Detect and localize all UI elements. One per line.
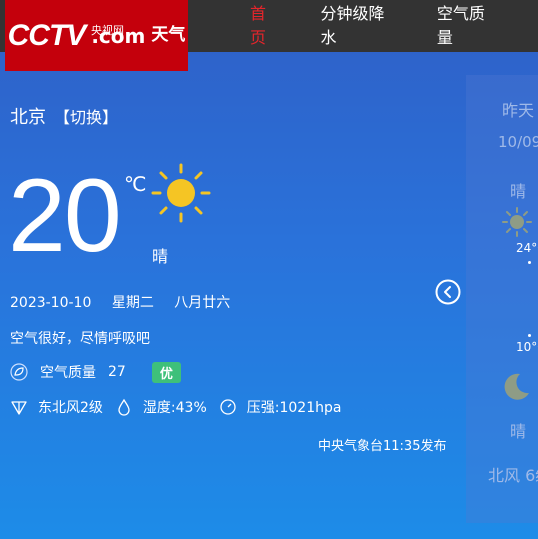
logo-cctv-cn-text: 央视网: [91, 24, 124, 37]
yesterday-low-temp: 10°C: [516, 340, 538, 354]
logo-weather-text: 天气: [151, 25, 186, 45]
aqi-level-badge: 优: [151, 361, 181, 383]
top-navigation-bar: CCTV .com 天气 央视网 首页 分钟级降水 空气质量: [0, 0, 538, 71]
publish-info: 中央气象台11:35发布: [318, 439, 447, 454]
date-text: 2023-10-10: [10, 295, 92, 311]
aqi-label: 空气质量: [40, 365, 96, 381]
moon-icon: [504, 373, 529, 400]
yesterday-day-condition: 晴: [510, 182, 527, 201]
temperature-unit: ℃: [124, 172, 147, 196]
weather-details-row: 东北风2级 湿度:43% 压强:1021hpa: [10, 397, 353, 417]
aqi-value: 27: [108, 364, 126, 380]
city-switch-link[interactable]: 【切换】: [54, 104, 118, 128]
sun-icon: [502, 207, 532, 237]
city-selector: 北京 【切换】: [10, 103, 118, 129]
sun-icon: [151, 163, 211, 223]
pressure-gauge-icon: [220, 399, 236, 415]
weekday-text: 星期二: [111, 295, 154, 311]
yesterday-wind: 北风 6级: [488, 466, 538, 485]
yesterday-forecast-card[interactable]: 昨天 10/09 晴 24°C 10°C 晴 北风 6级: [466, 75, 538, 523]
air-tip: 空气很好，尽情呼吸吧: [10, 331, 150, 347]
humidity-icon: [118, 398, 130, 416]
yesterday-high-temp: 24°C: [516, 241, 538, 255]
main-nav: 首页 分钟级降水 空气质量: [250, 0, 538, 48]
air-quality-row: 空气质量 27 优: [10, 361, 181, 383]
leaf-icon: [10, 363, 28, 381]
date-row: 2023-10-10 星期二 八月廿六: [10, 292, 246, 312]
pressure-text: 压强:1021hpa: [246, 400, 342, 416]
yesterday-night-condition: 晴: [510, 422, 527, 441]
yesterday-title: 昨天: [502, 101, 535, 120]
low-temp-dot: [528, 334, 531, 337]
current-condition: 晴: [152, 247, 169, 266]
nav-minute-precipitation[interactable]: 分钟级降水: [321, 0, 397, 48]
high-temp-dot: [528, 261, 531, 264]
wind-direction-icon: [11, 401, 27, 415]
lunar-date-text: 八月廿六: [174, 295, 231, 311]
current-temperature: 20: [8, 158, 122, 274]
yesterday-date: 10/09: [498, 133, 538, 151]
logo-cctv-text: CCTV: [7, 18, 87, 52]
cctv-weather-logo[interactable]: CCTV .com 天气 央视网: [5, 0, 188, 71]
nav-air-quality[interactable]: 空气质量: [437, 0, 498, 48]
wind-text: 东北风2级: [38, 400, 103, 416]
previous-day-button[interactable]: [435, 279, 461, 305]
nav-home[interactable]: 首页: [250, 0, 281, 48]
city-name: 北京: [10, 107, 46, 128]
humidity-text: 湿度:43%: [142, 400, 207, 416]
